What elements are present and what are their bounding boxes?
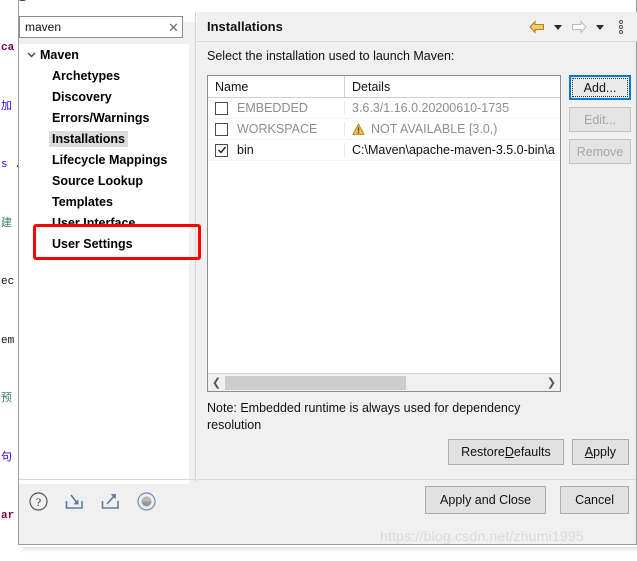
preferences-tree[interactable]: Maven Archetypes Discovery Errors/Warnin… xyxy=(19,44,189,484)
tree-node-label: Maven xyxy=(40,47,79,62)
sidebar-item-user-interface[interactable]: User Interface xyxy=(19,212,189,233)
help-icon[interactable]: ? xyxy=(27,490,50,513)
table-cell-name: WORKSPACE xyxy=(208,122,345,136)
page-header: Installations xyxy=(197,12,637,42)
page-toolbar xyxy=(527,18,630,36)
chevron-down-icon[interactable] xyxy=(590,18,609,36)
row-checkbox[interactable] xyxy=(215,143,228,157)
table-cell-details: NOT AVAILABLE [3.0,) xyxy=(345,122,560,136)
tree-node-label: User Settings xyxy=(52,236,133,251)
cancel-button[interactable]: Cancel xyxy=(560,486,629,514)
column-header-details[interactable]: Details xyxy=(345,76,560,97)
oomph-icon[interactable] xyxy=(135,490,158,513)
window-title: Preferences xyxy=(38,0,105,1)
clear-search-icon[interactable]: ✕ xyxy=(165,21,182,34)
scroll-left-icon[interactable]: ❮ xyxy=(208,374,225,391)
back-arrow-icon[interactable] xyxy=(527,18,546,36)
sidebar-item-installations[interactable]: Installations xyxy=(19,128,189,149)
row-name-label: bin xyxy=(237,143,254,157)
export-icon[interactable] xyxy=(99,490,122,513)
sidebar-item-source-lookup[interactable]: Source Lookup xyxy=(19,170,189,191)
search-input[interactable] xyxy=(20,18,165,36)
row-name-label: WORKSPACE xyxy=(237,122,318,136)
scroll-right-icon[interactable]: ❯ xyxy=(543,374,560,391)
warning-icon xyxy=(352,122,365,136)
installations-table[interactable]: Name Details EMBEDDED 3.6.3/1.16.0.20200… xyxy=(207,75,561,392)
row-name-label: EMBEDDED xyxy=(237,101,308,115)
column-header-name[interactable]: Name xyxy=(208,76,345,97)
filter-search-box[interactable]: ✕ xyxy=(19,16,183,38)
tree-node-label: Templates xyxy=(52,194,113,209)
tree-node-label: Source Lookup xyxy=(52,173,143,188)
tree-node-label: Discovery xyxy=(52,89,112,104)
svg-text:?: ? xyxy=(36,495,41,509)
table-cell-name: EMBEDDED xyxy=(208,101,345,115)
dialog-buttons: Apply and Close Cancel xyxy=(425,486,629,514)
restore-defaults-button[interactable]: Restore Defaults xyxy=(448,439,564,465)
tree-node-maven[interactable]: Maven xyxy=(19,44,189,65)
tree-node-label: Installations xyxy=(49,130,128,147)
table-header-row: Name Details xyxy=(208,76,560,98)
sidebar-item-errors-warnings[interactable]: Errors/Warnings xyxy=(19,107,189,128)
table-horizontal-scrollbar[interactable]: ❮ ❯ xyxy=(208,373,560,391)
page-description: Select the installation used to launch M… xyxy=(207,49,455,63)
sidebar-item-archetypes[interactable]: Archetypes xyxy=(19,65,189,86)
close-button[interactable] xyxy=(590,0,636,8)
scrollbar-thumb[interactable] xyxy=(225,375,407,390)
add-button[interactable]: Add... xyxy=(569,75,631,100)
table-row[interactable]: EMBEDDED 3.6.3/1.16.0.20200610-1735 xyxy=(208,98,560,119)
page-buttons: Restore Defaults Apply xyxy=(448,439,629,465)
table-empty-area xyxy=(208,161,560,162)
eclipse-icon xyxy=(15,0,30,1)
forward-arrow-icon xyxy=(569,18,588,36)
footer-divider xyxy=(19,479,636,480)
chevron-down-icon[interactable] xyxy=(24,48,38,62)
tree-node-label: Errors/Warnings xyxy=(52,110,150,125)
footer-icon-bar: ? xyxy=(27,490,158,513)
row-checkbox[interactable] xyxy=(215,101,228,115)
sidebar-item-lifecycle-mappings[interactable]: Lifecycle Mappings xyxy=(19,149,189,170)
maximize-button[interactable] xyxy=(544,0,590,8)
row-checkbox[interactable] xyxy=(215,122,228,136)
apply-and-close-button[interactable]: Apply and Close xyxy=(425,486,547,514)
tree-node-label: Lifecycle Mappings xyxy=(52,152,168,167)
page-title: Installations xyxy=(207,19,283,34)
scrollbar-track[interactable] xyxy=(225,374,543,391)
edit-button[interactable]: Edit... xyxy=(569,107,631,132)
tree-node-label: User Interface xyxy=(52,215,136,230)
table-cell-name: bin xyxy=(208,143,345,157)
vertical-dots-icon[interactable] xyxy=(611,18,630,36)
table-row[interactable]: WORKSPACE NOT AVAILABLE [3.0,) xyxy=(208,119,560,140)
dialog-drop-shadow xyxy=(22,547,637,553)
table-cell-details: 3.6.3/1.16.0.20200610-1735 xyxy=(352,101,510,115)
panel-divider xyxy=(195,12,196,482)
sidebar-item-discovery[interactable]: Discovery xyxy=(19,86,189,107)
minimize-button[interactable] xyxy=(498,0,544,8)
preferences-dialog: Preferences ✕ Maven Archetypes xyxy=(15,0,637,545)
chevron-down-icon[interactable] xyxy=(548,18,567,36)
row-details-label: NOT AVAILABLE [3.0,) xyxy=(371,122,498,136)
apply-button[interactable]: Apply xyxy=(571,439,629,465)
tree-node-label: Archetypes xyxy=(52,68,121,83)
table-action-buttons: Add... Edit... Remove xyxy=(569,75,631,164)
import-icon[interactable] xyxy=(63,490,86,513)
table-cell-details: C:\Maven\apache-maven-3.5.0-bin\a xyxy=(352,143,555,157)
remove-button[interactable]: Remove xyxy=(569,139,631,164)
table-row[interactable]: bin C:\Maven\apache-maven-3.5.0-bin\a xyxy=(208,140,560,161)
note-text: Note: Embedded runtime is always used fo… xyxy=(207,401,521,432)
sidebar-item-templates[interactable]: Templates xyxy=(19,191,189,212)
sidebar-item-user-settings[interactable]: User Settings xyxy=(19,233,189,254)
